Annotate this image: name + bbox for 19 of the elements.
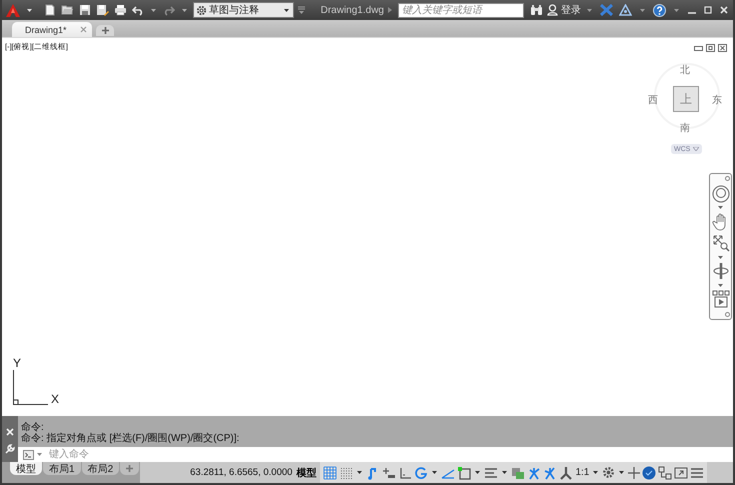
compass-label[interactable]: 南 [680,121,690,135]
compass-label[interactable]: 北 [680,63,690,77]
compass-label[interactable]: 东 [712,93,722,107]
command-history-line: 命令: 指定对角点或 [栏选(F)/圈围(WP)/圈交(CP)]: [21,433,240,444]
document-tab[interactable]: Drawing1* [12,22,92,37]
axis-label: Y [13,356,22,370]
sign-in-button[interactable]: 登录 [547,3,581,17]
workspace-dropdown[interactable]: 草图与注释 [193,2,294,18]
model-space-button[interactable]: 模型 [296,466,316,480]
file-name: Drawing1.dwg [320,4,384,16]
layout-tab[interactable]: 模型 [10,462,42,475]
compass-label[interactable]: 西 [648,93,658,107]
layout-tab[interactable]: 布局1 [43,462,81,475]
coordinates-readout: 63.2811, 6.6565, 0.0000 [190,467,292,478]
axis-label: X [51,392,60,406]
layout-tab[interactable]: 布局2 [82,462,120,475]
annotation-scale-button[interactable]: 1:1 [575,467,590,478]
command-history-line: 命令: [21,422,45,433]
search-field[interactable]: 键入关键字或短语 [398,2,524,18]
